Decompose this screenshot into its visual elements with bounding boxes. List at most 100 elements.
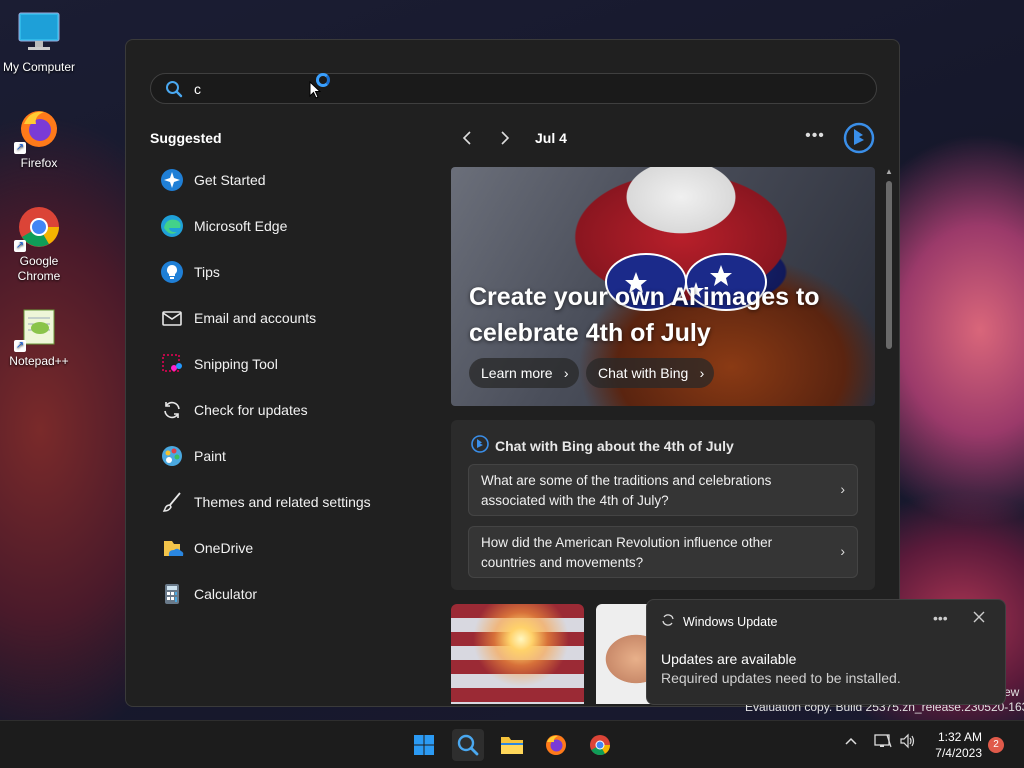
refresh-icon — [160, 398, 184, 422]
suggested-item-get-started[interactable]: Get Started — [150, 157, 420, 203]
firefox-icon — [546, 735, 566, 755]
firefox-icon: ↗ — [14, 106, 62, 154]
paint-icon — [160, 444, 184, 468]
chevron-right-icon: › — [699, 365, 705, 381]
bing-button[interactable] — [841, 120, 877, 156]
shortcut-arrow-icon: ↗ — [14, 240, 26, 252]
snipping-tool-icon — [160, 352, 184, 376]
learn-more-label: Learn more — [481, 365, 553, 381]
taskbar-chrome[interactable] — [584, 729, 616, 761]
desktop-icon-chrome[interactable]: ↗ Google Chrome — [0, 204, 78, 284]
chat-question-button[interactable]: What are some of the traditions and cele… — [468, 464, 858, 516]
suggested-list: Get Started Microsoft Edge Tips Email an… — [150, 157, 420, 617]
chat-question-text: What are some of the traditions and cele… — [481, 473, 772, 508]
folder-icon — [501, 737, 523, 754]
edge-icon — [160, 214, 184, 238]
windows-logo-icon — [414, 735, 434, 755]
suggested-item-label: Paint — [194, 448, 226, 464]
chevron-up-icon — [845, 737, 857, 745]
scrollbar-thumb[interactable] — [886, 181, 892, 349]
chrome-icon — [590, 735, 611, 756]
suggested-heading: Suggested — [150, 130, 222, 146]
notification-count-badge[interactable]: 2 — [988, 737, 1004, 753]
chevron-right-icon: › — [563, 365, 569, 381]
notification-header: Windows Update — [661, 613, 778, 630]
suggested-item-label: Calculator — [194, 586, 258, 602]
bing-icon — [471, 435, 489, 456]
suggested-item-check-updates[interactable]: Check for updates — [150, 387, 420, 433]
get-started-icon — [160, 168, 184, 192]
notepadpp-icon: ↗ — [14, 304, 62, 352]
search-icon — [457, 734, 479, 756]
brush-icon — [160, 490, 184, 514]
suggested-item-label: Microsoft Edge — [194, 218, 288, 234]
bing-chat-card: Chat with Bing about the 4th of July Wha… — [451, 420, 875, 590]
mouse-cursor-icon — [309, 80, 322, 104]
suggested-item-label: Snipping Tool — [194, 356, 278, 372]
desktop-icon-my-computer[interactable]: My Computer — [0, 10, 78, 74]
chevron-right-icon — [501, 131, 510, 145]
more-dots-icon: ••• — [805, 127, 825, 144]
onedrive-icon — [160, 536, 184, 560]
show-hidden-icons-button[interactable] — [845, 733, 857, 749]
clock-time: 1:32 AM — [937, 730, 982, 744]
chrome-icon: ↗ — [14, 204, 62, 252]
desktop-icon-notepadpp[interactable]: ↗ Notepad++ — [0, 304, 78, 368]
clock[interactable]: 1:32 AM 7/4/2023 — [928, 729, 982, 761]
bing-icon — [843, 122, 875, 154]
notification-app-name: Windows Update — [683, 614, 778, 629]
taskbar-firefox[interactable] — [540, 729, 572, 761]
taskbar: 1:32 AM 7/4/2023 2 — [0, 720, 1024, 768]
hero-card[interactable]: Create your own AI images to celebrate 4… — [451, 167, 875, 406]
clock-date: 7/4/2023 — [935, 746, 982, 760]
notification-more-button[interactable]: ••• — [933, 610, 948, 626]
suggested-item-paint[interactable]: Paint — [150, 433, 420, 479]
highlights-date: Jul 4 — [535, 130, 567, 146]
chat-with-bing-button[interactable]: Chat with Bing › — [586, 358, 715, 388]
desktop-icon-label: Firefox — [20, 156, 58, 170]
previous-button[interactable] — [453, 124, 481, 152]
suggested-item-snipping-tool[interactable]: Snipping Tool — [150, 341, 420, 387]
suggested-item-label: Tips — [194, 264, 220, 280]
search-input[interactable]: c — [150, 73, 877, 104]
taskbar-file-explorer[interactable] — [496, 729, 528, 761]
calculator-icon — [160, 582, 184, 606]
suggested-item-calculator[interactable]: Calculator — [150, 571, 420, 617]
suggested-item-label: Themes and related settings — [194, 494, 371, 510]
desktop-icon-label: Notepad++ — [9, 354, 69, 368]
network-icon — [874, 734, 892, 748]
highlights-nav: Jul 4 ••• — [451, 122, 881, 154]
volume-button[interactable] — [899, 733, 917, 752]
tips-icon — [160, 260, 184, 284]
desktop-icon-firefox[interactable]: ↗ Firefox — [0, 106, 78, 170]
suggested-item-email-accounts[interactable]: Email and accounts — [150, 295, 420, 341]
search-icon — [165, 80, 183, 103]
chat-with-bing-label: Chat with Bing — [598, 365, 689, 381]
sparkler-flag-thumbnail[interactable] — [451, 604, 584, 704]
suggested-item-label: OneDrive — [194, 540, 254, 556]
update-notification[interactable]: Windows Update ••• Updates are available… — [646, 599, 1006, 705]
suggested-item-themes[interactable]: Themes and related settings — [150, 479, 420, 525]
refresh-icon — [661, 613, 675, 630]
mail-icon — [160, 306, 184, 330]
more-options-button[interactable]: ••• — [801, 124, 829, 152]
chevron-left-icon — [462, 131, 471, 145]
chat-question-text: How did the American Revolution influenc… — [481, 535, 773, 570]
suggested-item-onedrive[interactable]: OneDrive — [150, 525, 420, 571]
learn-more-button[interactable]: Learn more › — [469, 358, 579, 388]
network-button[interactable] — [874, 733, 892, 752]
notification-title: Updates are available — [661, 651, 797, 667]
suggested-item-tips[interactable]: Tips — [150, 249, 420, 295]
watermark-fragment: ew — [1004, 685, 1020, 699]
suggested-item-microsoft-edge[interactable]: Microsoft Edge — [150, 203, 420, 249]
notification-body: Required updates need to be installed. — [661, 670, 901, 686]
chevron-right-icon: › — [840, 481, 845, 497]
chat-question-button[interactable]: How did the American Revolution influenc… — [468, 526, 858, 578]
start-button[interactable] — [408, 729, 440, 761]
search-query-text: c — [194, 81, 201, 97]
next-button[interactable] — [491, 124, 519, 152]
chat-card-title: Chat with Bing about the 4th of July — [471, 435, 734, 456]
notification-close-button[interactable] — [973, 610, 985, 627]
taskbar-search-button[interactable] — [452, 729, 484, 761]
shortcut-arrow-icon: ↗ — [14, 340, 26, 352]
